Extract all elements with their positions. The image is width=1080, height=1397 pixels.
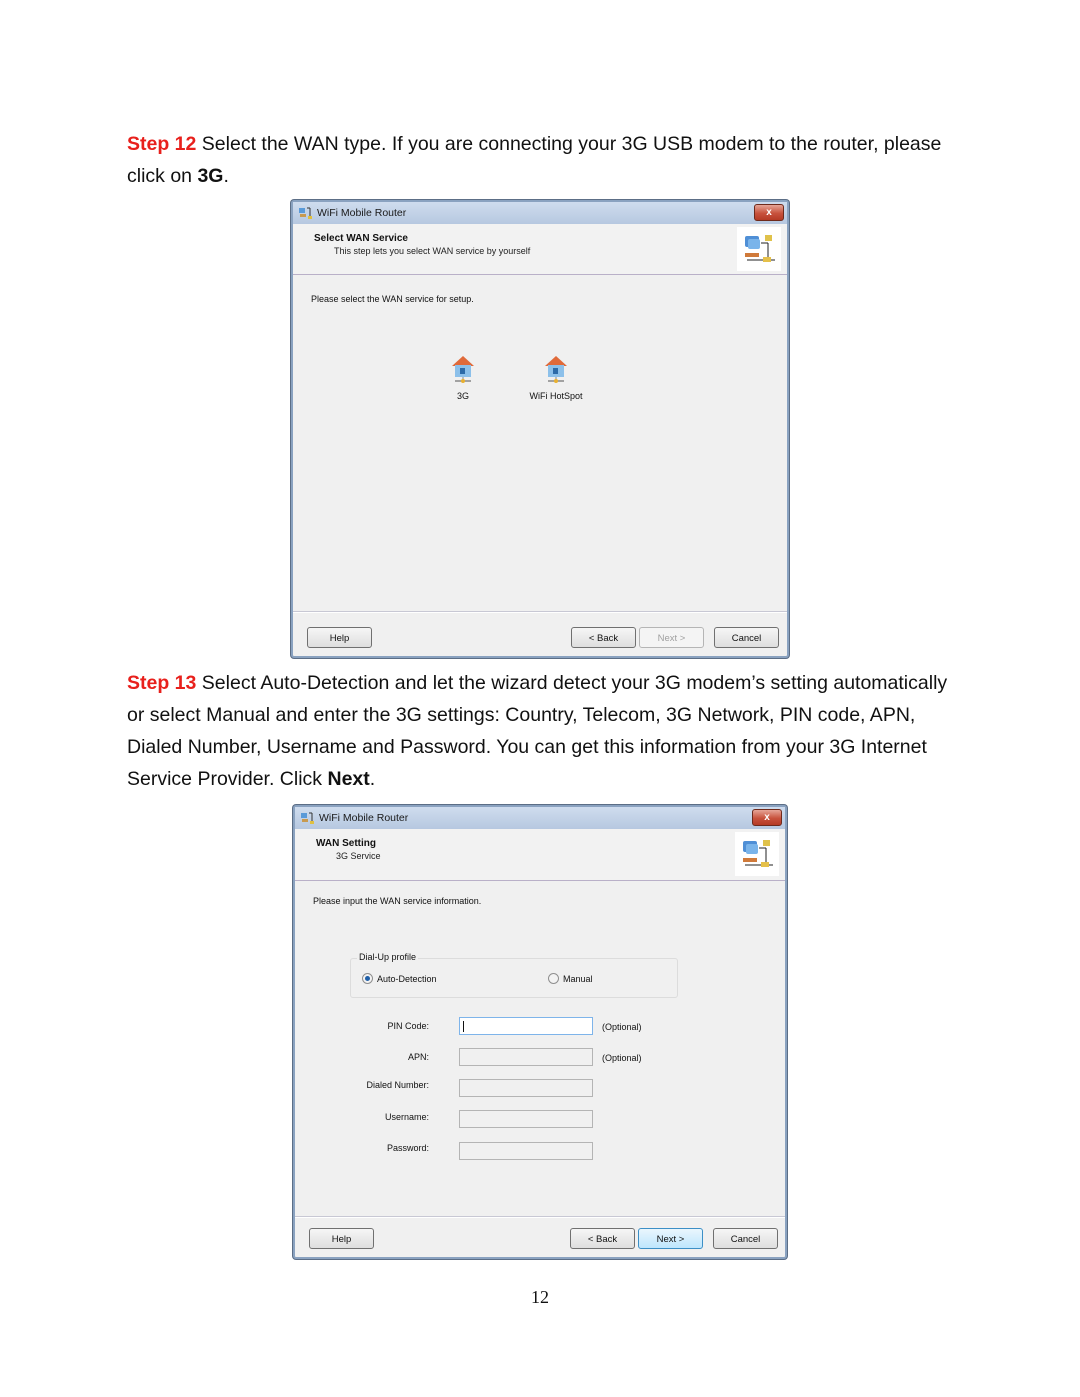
network-lock-icon <box>737 227 781 271</box>
wizard-body: Please select the WAN service for setup.… <box>293 275 787 613</box>
radio-selected-icon[interactable] <box>362 973 373 984</box>
step-12-paragraph: Step 12 Select the WAN type. If you are … <box>127 128 967 192</box>
dialed-number-input[interactable] <box>459 1079 593 1097</box>
close-button[interactable]: x <box>754 204 784 221</box>
help-button[interactable]: Help <box>309 1228 374 1249</box>
step-13-text: Select Auto-Detection and let the wizard… <box>127 672 948 790</box>
service-option-3g[interactable]: 3G <box>428 354 498 401</box>
footer-divider <box>295 1216 785 1218</box>
close-button[interactable]: x <box>752 809 782 826</box>
header-subtitle: 3G Service <box>336 851 381 861</box>
pin-code-optional-note: (Optional) <box>602 1022 642 1032</box>
header-subtitle: This step lets you select WAN service by… <box>334 246 531 256</box>
pin-code-input[interactable] <box>459 1017 593 1035</box>
username-input[interactable] <box>459 1110 593 1128</box>
dialup-profile-group: Dial-Up profile Auto-Detection Manual <box>350 952 678 998</box>
header-title: WAN Setting <box>316 838 376 849</box>
text-caret <box>463 1021 464 1032</box>
wizard-header: Select WAN Service This step lets you se… <box>293 224 787 275</box>
dialed-number-label: Dialed Number: <box>366 1080 429 1090</box>
password-input[interactable] <box>459 1142 593 1160</box>
window-title: WiFi Mobile Router <box>319 812 409 824</box>
step-13-end: . <box>369 768 376 790</box>
wan-setting-dialog: WiFi Mobile Router x WAN Setting 3G Serv… <box>293 805 787 1259</box>
house-network-icon <box>545 356 567 383</box>
title-bar[interactable]: WiFi Mobile Router x <box>295 807 785 829</box>
apn-optional-note: (Optional) <box>602 1053 642 1063</box>
back-button[interactable]: < Back <box>571 627 636 648</box>
step-12-end: . <box>223 165 229 187</box>
radio-auto-detection[interactable]: Auto-Detection <box>362 973 437 984</box>
page-number: 12 <box>531 1287 549 1307</box>
service-label: 3G <box>456 391 469 401</box>
back-button[interactable]: < Back <box>570 1228 635 1249</box>
radio-manual[interactable]: Manual <box>548 973 593 984</box>
network-lock-icon <box>735 832 779 876</box>
router-app-icon <box>301 812 314 824</box>
step-12-label: Step 12 <box>127 133 197 155</box>
house-network-icon <box>452 356 474 383</box>
step-13-paragraph: Step 13 Select Auto-Detection and let th… <box>127 667 967 795</box>
radio-label: Manual <box>563 973 593 984</box>
pin-code-label: PIN Code: <box>387 1021 429 1031</box>
wizard-body: Please input the WAN service information… <box>295 881 785 1218</box>
password-label: Password: <box>386 1143 429 1153</box>
username-label: Username: <box>384 1112 429 1122</box>
radio-unselected-icon[interactable] <box>548 973 559 984</box>
header-title: Select WAN Service <box>314 233 408 244</box>
cancel-button[interactable]: Cancel <box>713 1228 778 1249</box>
instruction-text: Please select the WAN service for setup. <box>311 294 474 304</box>
help-button[interactable]: Help <box>307 627 372 648</box>
next-button[interactable]: Next > <box>639 627 704 648</box>
step-12-bold: 3G <box>197 165 224 187</box>
service-label: WiFi HotSpot <box>529 391 583 401</box>
apn-input[interactable] <box>459 1048 593 1066</box>
step-13-label: Step 13 <box>127 672 197 694</box>
window-title: WiFi Mobile Router <box>317 207 407 219</box>
step-12-text: Select the WAN type. If you are connecti… <box>127 133 942 187</box>
instruction-text: Please input the WAN service information… <box>313 896 482 906</box>
cancel-button[interactable]: Cancel <box>714 627 779 648</box>
service-option-wifi-hotspot[interactable]: WiFi HotSpot <box>521 354 591 401</box>
radio-label: Auto-Detection <box>377 973 437 984</box>
dialup-profile-legend: Dial-Up profile <box>357 952 419 962</box>
select-wan-service-dialog: WiFi Mobile Router x Select WAN Service … <box>291 200 789 658</box>
title-bar[interactable]: WiFi Mobile Router x <box>293 202 787 224</box>
wizard-header: WAN Setting 3G Service <box>295 829 785 881</box>
router-app-icon <box>299 207 312 219</box>
apn-label: APN: <box>407 1052 429 1062</box>
step-13-bold: Next <box>327 768 370 790</box>
footer-divider <box>293 611 787 613</box>
next-button[interactable]: Next > <box>638 1228 703 1249</box>
